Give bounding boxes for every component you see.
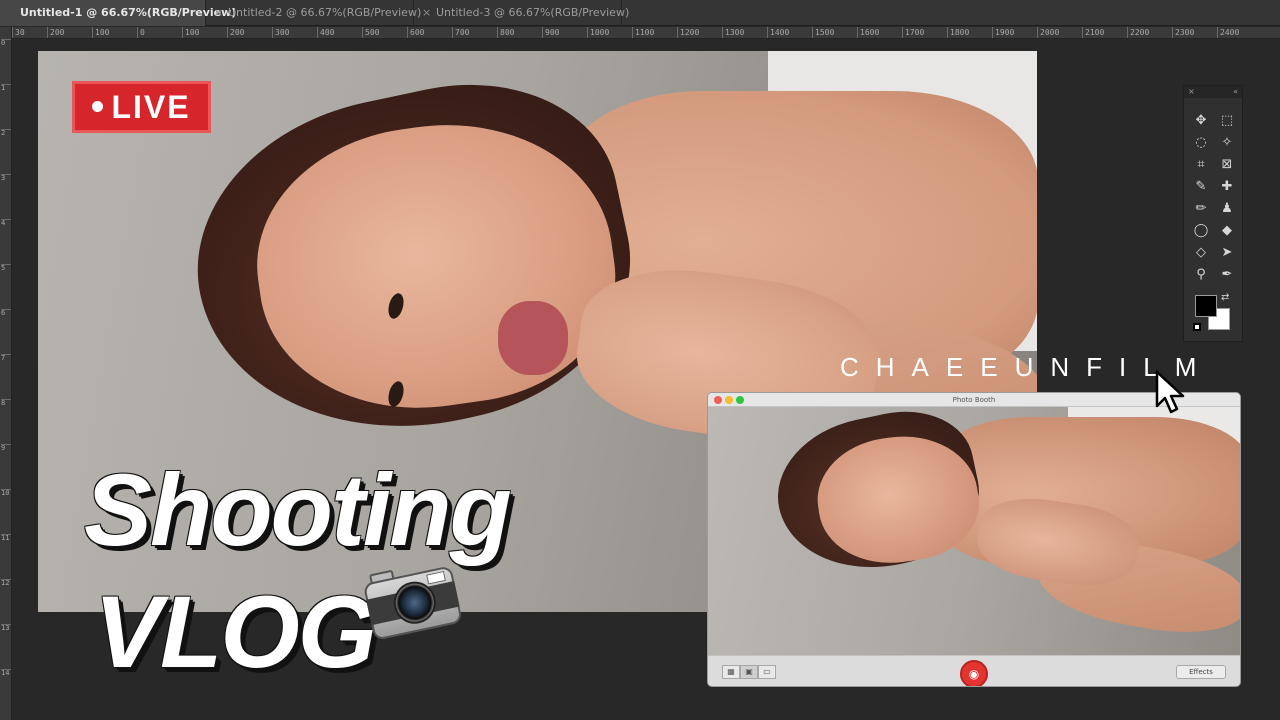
pen-icon[interactable]: ✒ (1218, 266, 1236, 284)
ruler-tick-label: 5 (1, 264, 11, 272)
path-select-icon[interactable]: ➤ (1218, 244, 1236, 262)
ruler-tick-label: 1400 (767, 27, 789, 38)
ruler-tick-label: 2 (1, 129, 11, 137)
ruler-tick-label: 1800 (947, 27, 969, 38)
ruler-tick-label: 100 (182, 27, 199, 38)
horizontal-ruler[interactable]: 30 200 100 0 100 200 300 400 500 600 700 800 900 1000… (12, 27, 1280, 39)
marquee-icon[interactable]: ⬚ (1218, 112, 1236, 130)
ruler-tick-label: 13 (1, 624, 11, 632)
ruler-tick-label: 500 (362, 27, 379, 38)
video-mode-icon[interactable]: ▭ (758, 665, 776, 679)
photo-booth-toolbar: ▦ ▣ ▭ ◉ Effects (708, 655, 1240, 686)
tools-panel-header[interactable]: × « (1184, 86, 1242, 98)
ruler-tick-label: 4 (1, 219, 11, 227)
ruler-tick-label: 7 (1, 354, 11, 362)
stamp-icon[interactable]: ♟ (1218, 200, 1236, 218)
ruler-tick-label: 6 (1, 309, 11, 317)
ruler-tick-label: 200 (47, 27, 64, 38)
live-badge: LIVE (72, 81, 211, 133)
ruler-tick-label: 1100 (632, 27, 654, 38)
ruler-tick-label: 14 (1, 669, 11, 677)
crop-icon[interactable]: ⌗ (1192, 156, 1210, 174)
mouse-cursor-icon (1155, 370, 1185, 414)
move-icon[interactable]: ✥ (1192, 112, 1210, 130)
ruler-tick-label: 2300 (1172, 27, 1194, 38)
tab-label: Untitled-3 @ 66.67%(RGB/Preview) (436, 6, 630, 19)
ruler-tick-label: 1500 (812, 27, 834, 38)
close-icon[interactable]: × (1188, 86, 1195, 98)
ruler-tick-label: 1000 (587, 27, 609, 38)
tab-untitled-2[interactable]: × Untitled-2 @ 66.67%(RGB/Preview) (206, 0, 421, 26)
tab-label: Untitled-2 @ 66.67%(RGB/Preview) (228, 6, 422, 19)
photo-booth-window: Photo Booth ▦ ▣ ▭ ◉ Effects (707, 392, 1241, 687)
ruler-tick-label: 12 (1, 579, 11, 587)
ruler-tick-label: 2400 (1217, 27, 1239, 38)
close-icon[interactable]: × (422, 0, 436, 26)
default-colors-icon[interactable] (1193, 323, 1201, 331)
ruler-tick-label: 1600 (857, 27, 879, 38)
ruler-tick-label: 2000 (1037, 27, 1059, 38)
foreground-color-swatch[interactable] (1195, 295, 1217, 317)
healing-icon[interactable]: ✚ (1218, 178, 1236, 196)
photo-lips (498, 301, 568, 375)
ruler-tick-label: 11 (1, 534, 11, 542)
title-line-1: Shooting (84, 453, 512, 567)
dodge-icon[interactable]: ⚲ (1192, 266, 1210, 284)
ruler-tick-label: 600 (407, 27, 424, 38)
swap-colors-icon[interactable]: ⇄ (1221, 292, 1229, 303)
grid-view-icon[interactable]: ▦ (722, 665, 740, 679)
tab-untitled-1[interactable]: Untitled-1 @ 66.67%(RGB/Preview) (0, 0, 236, 26)
eyedropper-icon[interactable]: ✎ (1192, 178, 1210, 196)
ruler-tick-label: 1900 (992, 27, 1014, 38)
ruler-tick-label: 1300 (722, 27, 744, 38)
ruler-tick-label: 1200 (677, 27, 699, 38)
document-tab-bar: Untitled-1 @ 66.67%(RGB/Preview) × Untitl… (0, 0, 1280, 26)
ruler-tick-label: 3 (1, 174, 11, 182)
lasso-icon[interactable]: ◌ (1192, 134, 1210, 152)
camera-preview (708, 407, 1240, 655)
ruler-tick-label: 10 (1, 489, 11, 497)
brush-icon[interactable]: ✏ (1192, 200, 1210, 218)
ruler-tick-label: 8 (1, 399, 11, 407)
ruler-tick-label: 1 (1, 84, 11, 92)
title-line-2: VLOG (94, 575, 377, 689)
ruler-tick-label: 1700 (902, 27, 924, 38)
effects-button[interactable]: Effects (1176, 665, 1226, 679)
ruler-tick-label: 800 (497, 27, 514, 38)
ruler-tick-label: 900 (542, 27, 559, 38)
magic-wand-icon[interactable]: ✧ (1218, 134, 1236, 152)
eraser-icon[interactable]: ◆ (1218, 222, 1236, 240)
tools-panel: × « ✥ ⬚ ◌ ✧ ⌗ ⊠ ✎ ✚ ✏ ♟ ◯ ◆ ◇ ➤ ⚲ ✒ ⇄ (1183, 85, 1243, 342)
ruler-tick-label: 100 (92, 27, 109, 38)
live-label: LIVE (111, 89, 191, 125)
tab-untitled-3[interactable]: × Untitled-3 @ 66.67%(RGB/Preview) (414, 0, 629, 26)
ruler-tick-label: 30 (12, 27, 25, 38)
ruler-tick-label: 2200 (1127, 27, 1149, 38)
vertical-ruler[interactable]: 0 1 2 3 4 5 6 7 8 9 10 11 12 13 14 (0, 27, 12, 720)
collapse-icon[interactable]: « (1233, 86, 1238, 98)
ruler-tick-label: 300 (272, 27, 289, 38)
ruler-tick-label: 400 (317, 27, 334, 38)
live-dot-icon (92, 101, 104, 113)
shutter-button[interactable]: ◉ (960, 660, 988, 686)
ruler-tick-label: 200 (227, 27, 244, 38)
ruler-tick-label: 700 (452, 27, 469, 38)
ruler-tick-label: 0 (137, 27, 145, 38)
close-icon[interactable]: × (214, 0, 228, 26)
frame-icon[interactable]: ⊠ (1218, 156, 1236, 174)
ruler-tick-label: 0 (1, 39, 11, 47)
tab-label: Untitled-1 @ 66.67%(RGB/Preview) (20, 6, 237, 19)
ruler-tick-label: 9 (1, 444, 11, 452)
history-brush-icon[interactable]: ◯ (1192, 222, 1210, 240)
ruler-tick-label: 2100 (1082, 27, 1104, 38)
paint-bucket-icon[interactable]: ◇ (1192, 244, 1210, 262)
single-photo-icon[interactable]: ▣ (740, 665, 758, 679)
